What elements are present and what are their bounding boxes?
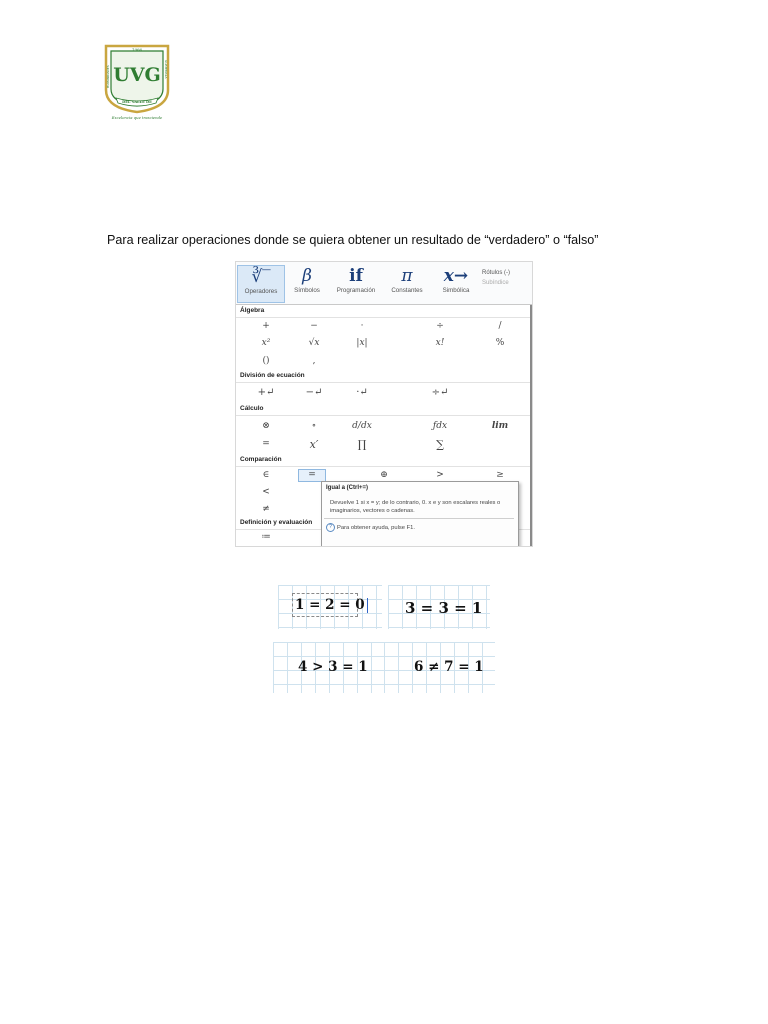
- dot-operator[interactable]: ·: [342, 321, 382, 331]
- tooltip-description: Devuelve 1 si x = y; de lo contrario, 0.…: [330, 500, 501, 514]
- section-title: División de ecuación: [240, 372, 305, 379]
- xor-operator[interactable]: ⊕: [364, 470, 404, 480]
- ribbon-label: Constantes: [391, 287, 423, 294]
- equation-1: 1 = 2 = 0: [295, 597, 368, 613]
- ribbon-constantes[interactable]: π Constantes: [384, 265, 430, 301]
- logo-ring-right: GUATEMALA: [164, 60, 168, 79]
- subindice-option[interactable]: Subíndice: [482, 278, 510, 288]
- ribbon-operadores[interactable]: ∛‾ Operadores: [237, 265, 285, 303]
- beta-icon: β: [302, 266, 312, 286]
- divide-operator[interactable]: ÷: [420, 321, 460, 331]
- less-than-operator[interactable]: <: [246, 487, 286, 497]
- logo-year: 1966: [132, 47, 143, 52]
- equation-snippet-4: 6 ≠ 7 = 1: [384, 642, 495, 693]
- ribbon-toolbar: ∛‾ Operadores β Símbolos if Programación…: [236, 262, 532, 305]
- split-minus-operator[interactable]: −↵: [294, 387, 334, 398]
- tooltip-help: ? Para obtener ayuda, pulse F1.: [326, 523, 415, 532]
- sqrt-operator[interactable]: √x: [294, 338, 334, 348]
- split-plus-operator[interactable]: +↵: [246, 387, 286, 398]
- prime-operator[interactable]: x′: [294, 438, 334, 451]
- section-divider: [236, 382, 530, 383]
- equation-3-text: 4 > 3 = 1: [298, 659, 368, 675]
- integral-operator[interactable]: ƒdx: [420, 421, 460, 431]
- equation-snippet-3: 4 > 3 = 1: [273, 642, 384, 693]
- equation-2: 3 = 3 = 1: [405, 599, 482, 617]
- equation-snippet-1: 1 = 2 = 0: [278, 585, 382, 629]
- greater-than-operator[interactable]: >: [420, 470, 460, 480]
- symbolic-arrow-icon: x→: [443, 266, 469, 286]
- ribbon-side-options: Rótulos (-) Subíndice: [482, 268, 510, 288]
- section-divider: [236, 317, 530, 318]
- comma-operator[interactable]: ,: [294, 356, 334, 366]
- logo-letters: UVG: [113, 64, 161, 86]
- calc-equal-operator[interactable]: =: [246, 439, 286, 449]
- operators-panel-screenshot: ∛‾ Operadores β Símbolos if Programación…: [236, 262, 532, 546]
- equation-4: 6 ≠ 7 = 1: [414, 659, 484, 675]
- abs-operator[interactable]: |x|: [342, 338, 382, 348]
- convolution-operator[interactable]: ∘: [294, 421, 334, 431]
- plus-operator[interactable]: +: [246, 321, 286, 331]
- equation-1-text: 1 = 2 = 0: [295, 597, 365, 613]
- cross-product-operator[interactable]: ⊗: [246, 421, 286, 431]
- pi-icon: π: [401, 266, 413, 286]
- crest-icon: 1966 UVG HUMANIDADES GUATEMALA DEL VALLE…: [104, 44, 170, 120]
- tooltip-title: Igual a (Ctrl+=): [326, 485, 369, 491]
- section-divider: [236, 415, 530, 416]
- summation-operator[interactable]: ∑: [420, 438, 460, 451]
- equal-to-tooltip: Igual a (Ctrl+=) Devuelve 1 si x = y; de…: [321, 481, 519, 546]
- not-equal-operator[interactable]: ≠: [246, 504, 286, 514]
- ribbon-programacion[interactable]: if Programación: [331, 265, 381, 301]
- product-operator[interactable]: ∏: [342, 438, 382, 451]
- ribbon-simbolica[interactable]: x→ Simbólica: [433, 265, 479, 301]
- if-icon: if: [349, 266, 363, 286]
- intro-paragraph: Para realizar operaciones donde se quier…: [107, 233, 599, 247]
- section-divider: [236, 466, 530, 467]
- section-title: Cálculo: [240, 405, 264, 412]
- tooltip-help-text: Para obtener ayuda, pulse F1.: [337, 525, 415, 532]
- university-logo: 1966 UVG HUMANIDADES GUATEMALA DEL VALLE…: [104, 44, 170, 122]
- section-title: Definición y evaluación: [240, 519, 313, 526]
- percent-operator[interactable]: %: [480, 338, 520, 348]
- logo-ribbon: DEL VALLE DE: [122, 100, 152, 104]
- limit-operator[interactable]: lim: [480, 421, 520, 431]
- minus-operator[interactable]: −: [294, 321, 334, 331]
- derivative-operator[interactable]: d/dx: [342, 421, 382, 431]
- ribbon-label: Programación: [336, 287, 376, 294]
- element-of-operator[interactable]: ∈: [246, 470, 286, 480]
- rotulos-option[interactable]: Rótulos (-): [482, 268, 510, 278]
- help-icon: ?: [326, 523, 335, 532]
- operators-dropdown-menu: Álgebra + − · ÷ / x² √x |x| x! % () , Di…: [236, 305, 532, 546]
- equation-2-text: 3 = 3 = 1: [405, 599, 483, 617]
- tooltip-divider: [324, 518, 514, 519]
- power-operator[interactable]: x²: [246, 338, 286, 348]
- parentheses-operator[interactable]: (): [246, 356, 286, 366]
- factorial-operator[interactable]: x!: [420, 338, 460, 348]
- ribbon-simbolos[interactable]: β Símbolos: [286, 265, 328, 301]
- text-cursor: [366, 598, 368, 613]
- section-title: Álgebra: [240, 307, 265, 314]
- equation-4-text: 6 ≠ 7 = 1: [414, 659, 484, 675]
- ribbon-label: Operadores: [244, 288, 278, 295]
- greater-equal-operator[interactable]: ≥: [480, 470, 520, 480]
- slash-operator[interactable]: /: [480, 321, 520, 331]
- equation-snippet-2: 3 = 3 = 1: [388, 585, 490, 629]
- ribbon-label: Símbolos: [294, 287, 320, 294]
- ribbon-label: Simbólica: [442, 287, 470, 294]
- split-dot-operator[interactable]: ·↵: [342, 387, 382, 398]
- split-divide-operator[interactable]: ÷↵: [420, 387, 460, 398]
- section-title: Comparación: [240, 456, 282, 463]
- logo-ring-left: HUMANIDADES: [106, 65, 110, 88]
- equation-3: 4 > 3 = 1: [298, 659, 368, 675]
- cube-root-icon: ∛‾: [251, 267, 271, 287]
- logo-motto: Excelencia que trasciende: [111, 115, 163, 120]
- definition-operator[interactable]: ≔: [246, 532, 286, 542]
